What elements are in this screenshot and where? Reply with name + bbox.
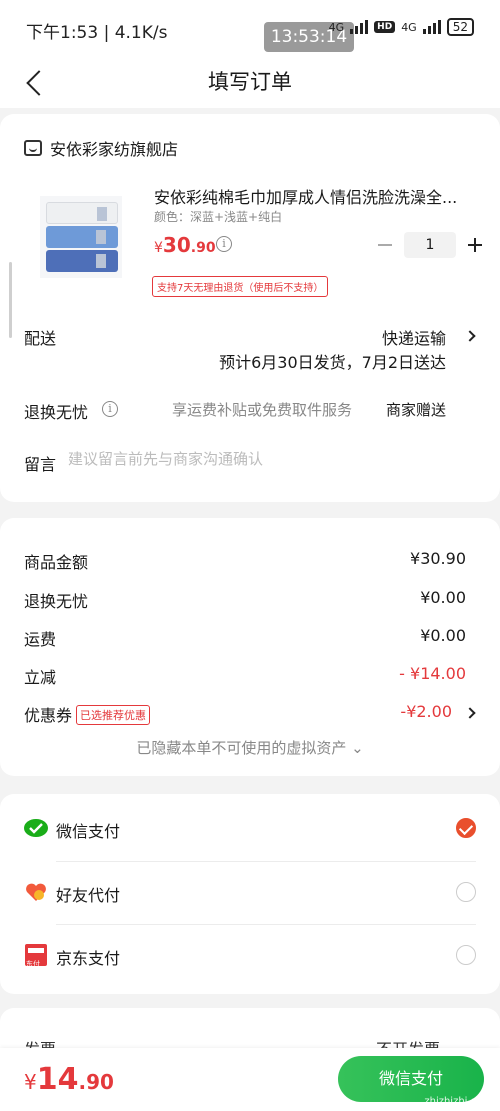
product-price: ¥30.90 [154, 233, 216, 257]
radio-selected[interactable] [456, 818, 476, 838]
hassle-free-gift: 商家赠送 [385, 401, 446, 419]
summary-discount-row: 立减 - ¥14.00 [24, 664, 466, 687]
price-info-icon[interactable]: i [216, 236, 232, 252]
heart-pay-icon [26, 883, 46, 901]
summary-coupon-row[interactable]: 优惠券 已选推荐优惠 -¥2.00 [24, 702, 466, 726]
payment-option-wechat[interactable]: 微信支付 [24, 798, 476, 860]
radio-unselected[interactable] [456, 882, 476, 902]
status-time: 下午1:53 | 4.1K/s [26, 23, 168, 43]
summary-shipping-row: 运费 ¥0.00 [24, 626, 466, 649]
delivery-estimate: 预计6月30日发货，7月2日送达 [219, 353, 446, 372]
network-4g-label: 4G [328, 20, 345, 34]
scroll-indicator [9, 262, 12, 338]
watermark: zhizhizhi.com [424, 1096, 492, 1107]
shop-name: 安依彩家纺旗舰店 [50, 140, 179, 159]
battery-icon: 52 [446, 18, 474, 36]
order-item-card [0, 114, 500, 502]
payment-option-jd[interactable]: 东付 京东支付 [24, 925, 476, 987]
decrease-quantity-button[interactable] [372, 232, 398, 258]
signal-icon-2 [422, 20, 441, 34]
wechat-pay-icon [24, 819, 48, 837]
remark-input[interactable] [68, 450, 468, 468]
page-title: 填写订单 [208, 70, 292, 94]
quantity-value[interactable]: 1 [404, 232, 456, 258]
delivery-method[interactable]: 快递运输 [382, 325, 446, 349]
remark-label: 留言 [24, 455, 57, 474]
jd-icon-label: 东付 [26, 960, 40, 968]
signal-icon [350, 20, 369, 34]
radio-unselected[interactable] [456, 945, 476, 965]
shop-header[interactable]: 安依彩家纺旗舰店 [24, 136, 178, 160]
quantity-stepper: 1 [372, 232, 488, 258]
coupon-badge: 已选推荐优惠 [76, 705, 151, 725]
shop-icon [24, 140, 42, 156]
status-bar: 下午1:53 | 4.1K/s 13:53:14 4G HD 4G 52 [0, 0, 500, 56]
hassle-free-label: 退换无忧 [24, 403, 89, 422]
delivery-label: 配送 [24, 329, 57, 348]
payment-option-friend[interactable]: 好友代付 [24, 862, 476, 924]
return-policy-badge: 支持7天无理由退货（使用后不支持） [152, 276, 329, 297]
product-title[interactable]: 安依彩纯棉毛巾加厚成人情侣洗脸洗澡全... [154, 184, 474, 208]
hassle-free-description: 享运费补贴或免费取件服务 [172, 401, 353, 419]
summary-hassle-row: 退换无忧 ¥0.00 [24, 588, 466, 611]
hassle-free-info-icon[interactable]: i [102, 401, 118, 417]
nav-bar: 填写订单 [0, 56, 500, 108]
hidden-assets-toggle[interactable]: 已隐藏本单不可使用的虚拟资产 ⌄ [0, 737, 500, 758]
increase-quantity-button[interactable] [462, 232, 488, 258]
product-image[interactable] [40, 196, 122, 278]
status-icons: 4G HD 4G 52 [329, 18, 474, 36]
network-4g-label-2: 4G [401, 20, 417, 34]
summary-goods-row: 商品金额 ¥30.90 [24, 549, 466, 572]
checkout-bar: ¥14.90 微信支付 zhizhizhi.com [0, 1048, 500, 1111]
order-total: ¥14.90 [24, 1062, 114, 1097]
product-spec: 颜色：深蓝+浅蓝+纯白 [154, 210, 283, 224]
hd-icon: HD [374, 21, 396, 33]
